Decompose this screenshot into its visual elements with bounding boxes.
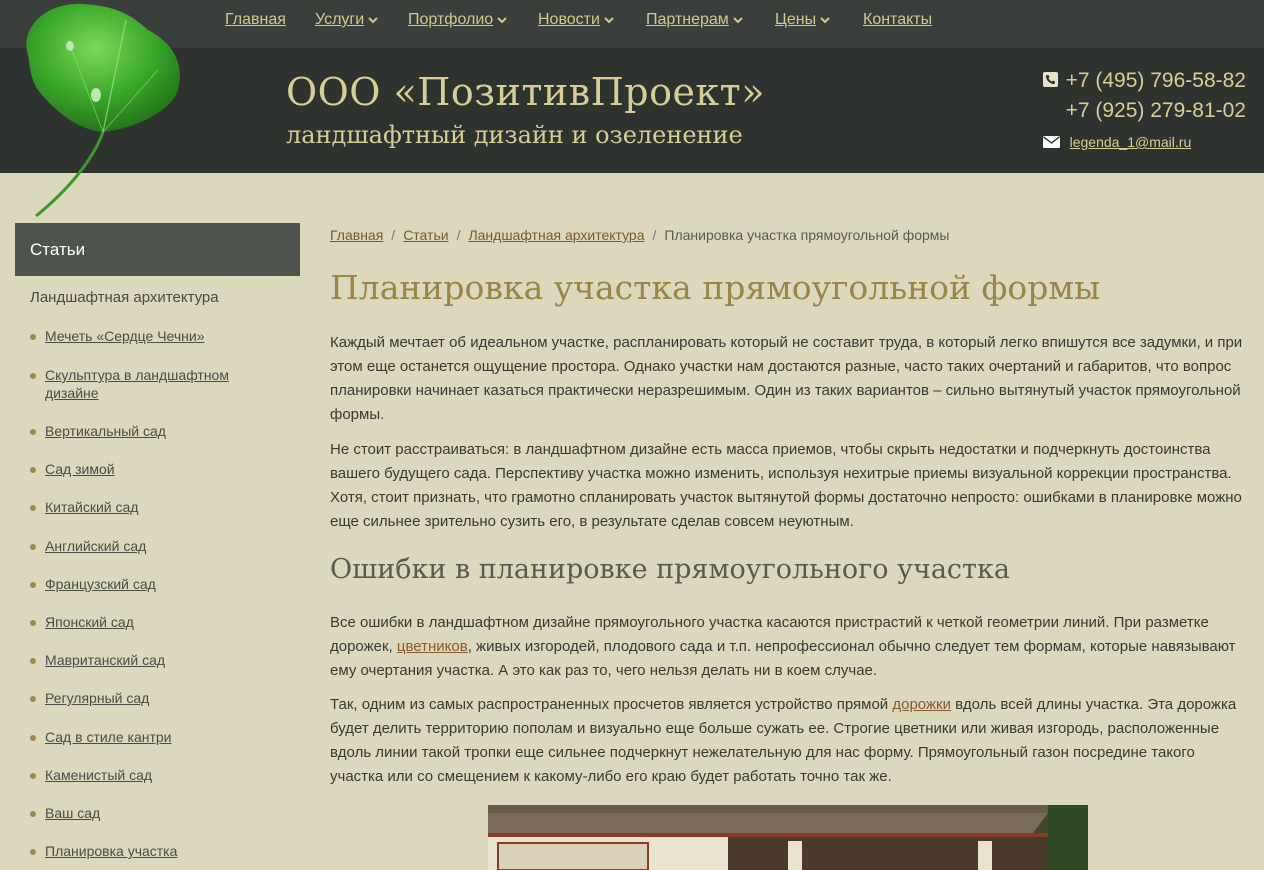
breadcrumb-separator: /: [456, 227, 461, 243]
phone-number-1[interactable]: +7 (495) 796-58-82: [1066, 69, 1246, 92]
sidebar-item[interactable]: Планировка участка: [45, 842, 275, 860]
bullet-icon: [30, 735, 36, 741]
sidebar-item[interactable]: Ваш сад: [45, 804, 275, 822]
nav-item-contacts[interactable]: Контакты: [863, 10, 932, 30]
site-subtitle: ландшафтный дизайн и озеленение: [286, 121, 743, 149]
article-paragraph: Так, одним из самых распространенных про…: [330, 693, 1246, 789]
sidebar-item[interactable]: Скульптура в ландшафтном дизайне: [45, 366, 275, 402]
email-row: legenda_1@mail.ru: [1042, 134, 1246, 152]
sidebar-item[interactable]: Мечеть «Сердце Чечни»: [45, 327, 275, 345]
phone-1: +7 (495) 796-58-82: [1042, 66, 1246, 96]
chevron-down-icon: [820, 10, 830, 30]
sidebar-item[interactable]: Мавританский сад: [45, 651, 275, 669]
nav-item-news[interactable]: Новости: [538, 10, 614, 30]
flowerbeds-link[interactable]: цветников: [397, 638, 468, 655]
article-photo: [488, 805, 1088, 870]
bullet-icon: [30, 658, 36, 664]
breadcrumb-separator: /: [391, 227, 396, 243]
nav-item-home[interactable]: Главная: [225, 10, 286, 30]
email-link[interactable]: legenda_1@mail.ru: [1070, 134, 1192, 150]
phone-icon: [1042, 71, 1058, 87]
chevron-down-icon: [604, 10, 614, 30]
article-paragraph: Не стоит расстраиваться: в ландшафтном д…: [330, 441, 1242, 530]
bullet-icon: [30, 696, 36, 702]
sidebar-item[interactable]: Каменистый сад: [45, 766, 275, 784]
bullet-icon: [30, 505, 36, 511]
article-paragraph: Каждый мечтает об идеальном участке, рас…: [330, 334, 1243, 423]
breadcrumb-separator: /: [652, 227, 657, 243]
bullet-icon: [30, 773, 36, 779]
sidebar-item[interactable]: Сад в стиле кантри: [45, 728, 275, 746]
nav-item-services[interactable]: Услуги: [315, 10, 378, 30]
sidebar-item[interactable]: Французский сад: [45, 575, 275, 593]
breadcrumb-link-articles[interactable]: Статьи: [403, 227, 448, 243]
bullet-icon: [30, 429, 36, 435]
section-heading: Ошибки в планировке прямоугольного участ…: [330, 554, 1010, 585]
paths-link[interactable]: дорожки: [892, 696, 951, 713]
sidebar-category[interactable]: Ландшафтная архитектура: [30, 289, 219, 306]
sidebar-item[interactable]: Вертикальный сад: [45, 422, 275, 440]
chevron-down-icon: [733, 10, 743, 30]
bullet-icon: [30, 849, 36, 855]
sidebar-item[interactable]: Английский сад: [45, 537, 275, 555]
bullet-icon: [30, 620, 36, 626]
breadcrumb-link-home[interactable]: Главная: [330, 227, 383, 243]
sidebar-item[interactable]: Китайский сад: [45, 498, 275, 516]
sidebar-item[interactable]: Сад зимой: [45, 460, 275, 478]
phone-2: +7 (925) 279-81-02: [1043, 96, 1246, 126]
bullet-icon: [30, 373, 36, 379]
nav-item-portfolio[interactable]: Портфолио: [408, 10, 507, 30]
nav-item-prices[interactable]: Цены: [775, 10, 830, 30]
sidebar-heading: Статьи: [15, 223, 300, 276]
page-title: Планировка участка прямоугольной формы: [330, 268, 1101, 307]
sidebar-item[interactable]: Регулярный сад: [45, 689, 275, 707]
sidebar-item[interactable]: Японский сад: [45, 613, 275, 631]
bullet-icon: [30, 467, 36, 473]
bullet-icon: [30, 811, 36, 817]
breadcrumb: Главная / Статьи / Ландшафтная архитектура / П…: [330, 227, 949, 243]
breadcrumb-link-category[interactable]: Ландшафтная архитектура: [468, 227, 644, 243]
bullet-icon: [30, 582, 36, 588]
site-title: ООО «ПозитивПроект»: [286, 70, 765, 114]
phone-number-2[interactable]: +7 (925) 279-81-02: [1066, 99, 1246, 122]
chevron-down-icon: [368, 10, 378, 30]
breadcrumb-current: Планировка участка прямоугольной формы: [664, 227, 950, 243]
chevron-down-icon: [497, 10, 507, 30]
envelope-icon: [1042, 135, 1060, 148]
bullet-icon: [30, 544, 36, 550]
nav-item-partners[interactable]: Партнерам: [646, 10, 743, 30]
contact-block: +7 (495) 796-58-82 +7 (925) 279-81-02 le…: [1042, 66, 1246, 152]
ginkgo-leaf-logo[interactable]: [8, 0, 198, 220]
article-paragraph: Все ошибки в ландшафтном дизайне прямоуг…: [330, 611, 1246, 683]
bullet-icon: [30, 334, 36, 340]
paragraph-text: Так, одним из самых распространенных про…: [330, 696, 893, 713]
